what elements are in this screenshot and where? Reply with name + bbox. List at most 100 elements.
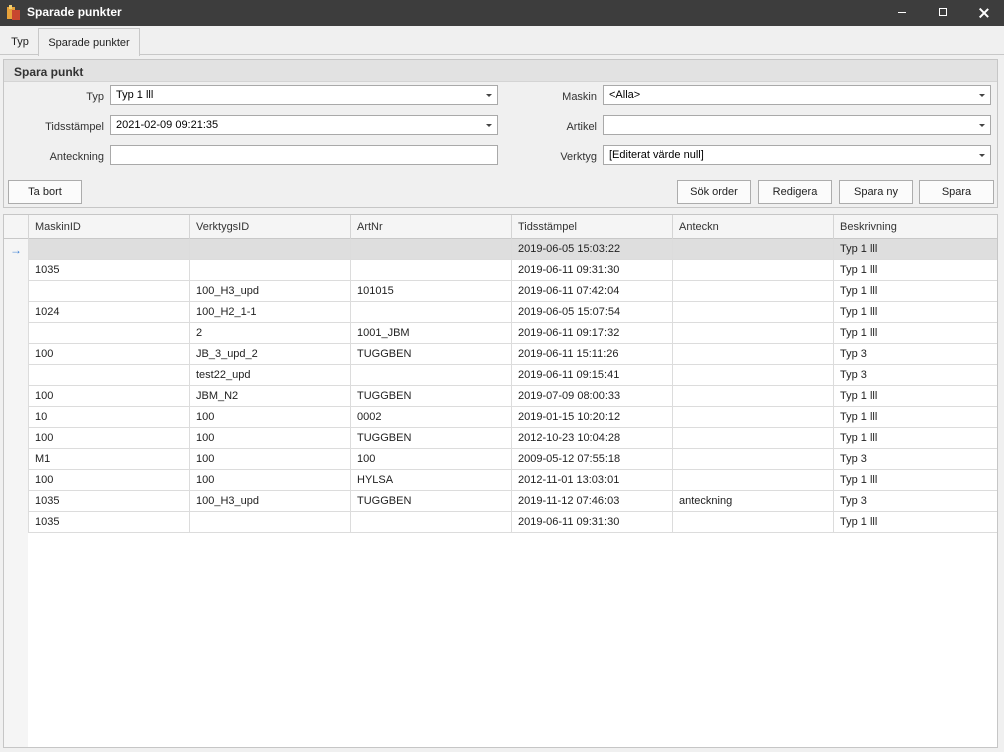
cell-beskrivning[interactable]: Typ 1 lll — [833, 386, 997, 407]
table-row[interactable]: 1024 100_H2_1-1 2019-06-05 15:07:54 Typ 1 l… — [4, 302, 997, 323]
cell-maskinid[interactable]: 1035 — [28, 491, 189, 512]
cell-verktygsid[interactable]: JBM_N2 — [189, 386, 350, 407]
close-button[interactable] — [964, 0, 1004, 26]
cell-beskrivning[interactable]: Typ 3 — [833, 365, 997, 386]
cell-verktygsid[interactable] — [189, 512, 350, 533]
cell-maskinid[interactable]: 100 — [28, 428, 189, 449]
cell-anteckn[interactable] — [672, 386, 833, 407]
cell-tidsstampel[interactable]: 2019-06-11 09:15:41 — [511, 365, 672, 386]
cell-beskrivning[interactable]: Typ 1 lll — [833, 281, 997, 302]
cell-verktygsid[interactable]: 100 — [189, 407, 350, 428]
cell-anteckn[interactable] — [672, 260, 833, 281]
row-indicator[interactable] — [4, 491, 28, 512]
cell-beskrivning[interactable]: Typ 1 lll — [833, 470, 997, 491]
table-row[interactable]: test22_upd 2019-06-11 09:15:41 Typ 3 — [4, 365, 997, 386]
cell-beskrivning[interactable]: Typ 1 lll — [833, 239, 997, 260]
cell-artnr[interactable]: TUGGBEN — [350, 386, 511, 407]
cell-anteckn[interactable] — [672, 281, 833, 302]
cell-beskrivning[interactable]: Typ 1 lll — [833, 512, 997, 533]
cell-verktygsid[interactable]: 100 — [189, 428, 350, 449]
typ-select[interactable]: Typ 1 lll — [110, 85, 498, 105]
anteckning-input[interactable] — [110, 145, 498, 165]
spara-button[interactable]: Spara — [919, 180, 994, 204]
cell-tidsstampel[interactable]: 2019-06-11 09:31:30 — [511, 260, 672, 281]
cell-maskinid[interactable] — [28, 365, 189, 386]
cell-beskrivning[interactable]: Typ 1 lll — [833, 260, 997, 281]
cell-maskinid[interactable]: 100 — [28, 470, 189, 491]
row-indicator[interactable] — [4, 512, 28, 533]
cell-tidsstampel[interactable]: 2019-07-09 08:00:33 — [511, 386, 672, 407]
cell-verktygsid[interactable]: 100 — [189, 449, 350, 470]
cell-artnr[interactable]: 0002 — [350, 407, 511, 428]
cell-artnr[interactable]: 1001_JBM — [350, 323, 511, 344]
cell-verktygsid[interactable]: 100_H2_1-1 — [189, 302, 350, 323]
verktyg-select[interactable]: [Editerat värde null] — [603, 145, 991, 165]
cell-artnr[interactable]: HYLSA — [350, 470, 511, 491]
cell-artnr[interactable] — [350, 239, 511, 260]
cell-anteckn[interactable] — [672, 344, 833, 365]
cell-maskinid[interactable]: 1035 — [28, 260, 189, 281]
artikel-select[interactable] — [603, 115, 991, 135]
row-indicator[interactable] — [4, 344, 28, 365]
row-indicator[interactable] — [4, 407, 28, 428]
cell-anteckn[interactable] — [672, 239, 833, 260]
cell-tidsstampel[interactable]: 2019-06-11 09:31:30 — [511, 512, 672, 533]
row-indicator[interactable] — [4, 281, 28, 302]
cell-maskinid[interactable] — [28, 323, 189, 344]
cell-artnr[interactable]: TUGGBEN — [350, 428, 511, 449]
table-row[interactable]: 100 100 HYLSA 2012-11-01 13:03:01 Typ 1 lll — [4, 470, 997, 491]
col-header-beskrivning[interactable]: Beskrivning — [833, 215, 997, 239]
col-header-anteckn[interactable]: Anteckn — [672, 215, 833, 239]
cell-anteckn[interactable]: anteckning — [672, 491, 833, 512]
cell-tidsstampel[interactable]: 2012-10-23 10:04:28 — [511, 428, 672, 449]
table-row[interactable]: 100_H3_upd 101015 2019-06-11 07:42:04 Typ 1… — [4, 281, 997, 302]
cell-beskrivning[interactable]: Typ 3 — [833, 491, 997, 512]
row-indicator[interactable] — [4, 365, 28, 386]
cell-artnr[interactable] — [350, 260, 511, 281]
col-header-verktygsid[interactable]: VerktygsID — [189, 215, 350, 239]
col-header-tidsstampel[interactable]: Tidsstämpel — [511, 215, 672, 239]
cell-maskinid[interactable]: 1035 — [28, 512, 189, 533]
cell-verktygsid[interactable] — [189, 260, 350, 281]
cell-anteckn[interactable] — [672, 428, 833, 449]
cell-artnr[interactable]: TUGGBEN — [350, 344, 511, 365]
tab-sparade-punkter[interactable]: Sparade punkter — [38, 28, 140, 56]
maskin-select[interactable]: <Alla> — [603, 85, 991, 105]
cell-maskinid[interactable]: 100 — [28, 344, 189, 365]
spara-ny-button[interactable]: Spara ny — [839, 180, 913, 204]
cell-verktygsid[interactable] — [189, 239, 350, 260]
cell-verktygsid[interactable]: test22_upd — [189, 365, 350, 386]
table-row[interactable]: 100 JB_3_upd_2 TUGGBEN 2019-06-11 15:11:26 T… — [4, 344, 997, 365]
cell-artnr[interactable]: 100 — [350, 449, 511, 470]
cell-maskinid[interactable] — [28, 239, 189, 260]
table-row[interactable]: 100 JBM_N2 TUGGBEN 2019-07-09 08:00:33 Typ 1… — [4, 386, 997, 407]
cell-artnr[interactable] — [350, 365, 511, 386]
maximize-button[interactable] — [923, 0, 963, 26]
cell-anteckn[interactable] — [672, 470, 833, 491]
cell-artnr[interactable]: 101015 — [350, 281, 511, 302]
row-indicator[interactable]: → — [4, 239, 28, 260]
col-header-artnr[interactable]: ArtNr — [350, 215, 511, 239]
table-row[interactable]: M1 100 100 2009-05-12 07:55:18 Typ 3 — [4, 449, 997, 470]
cell-tidsstampel[interactable]: 2019-06-11 09:17:32 — [511, 323, 672, 344]
cell-tidsstampel[interactable]: 2009-05-12 07:55:18 — [511, 449, 672, 470]
cell-tidsstampel[interactable]: 2012-11-01 13:03:01 — [511, 470, 672, 491]
row-indicator[interactable] — [4, 449, 28, 470]
cell-verktygsid[interactable]: 100_H3_upd — [189, 491, 350, 512]
row-indicator[interactable] — [4, 470, 28, 491]
table-row[interactable]: 1035 2019-06-11 09:31:30 Typ 1 lll — [4, 260, 997, 281]
cell-anteckn[interactable] — [672, 407, 833, 428]
row-indicator[interactable] — [4, 428, 28, 449]
cell-verktygsid[interactable]: 100 — [189, 470, 350, 491]
cell-anteckn[interactable] — [672, 302, 833, 323]
cell-tidsstampel[interactable]: 2019-06-11 07:42:04 — [511, 281, 672, 302]
table-row[interactable]: → 2019-06-05 15:03:22 Typ 1 lll — [4, 239, 997, 260]
cell-verktygsid[interactable]: JB_3_upd_2 — [189, 344, 350, 365]
table-row[interactable]: 2 1001_JBM 2019-06-11 09:17:32 Typ 1 lll — [4, 323, 997, 344]
redigera-button[interactable]: Redigera — [758, 180, 832, 204]
cell-artnr[interactable]: TUGGBEN — [350, 491, 511, 512]
cell-verktygsid[interactable]: 2 — [189, 323, 350, 344]
cell-artnr[interactable] — [350, 302, 511, 323]
cell-beskrivning[interactable]: Typ 1 lll — [833, 302, 997, 323]
minimize-button[interactable] — [882, 0, 922, 26]
